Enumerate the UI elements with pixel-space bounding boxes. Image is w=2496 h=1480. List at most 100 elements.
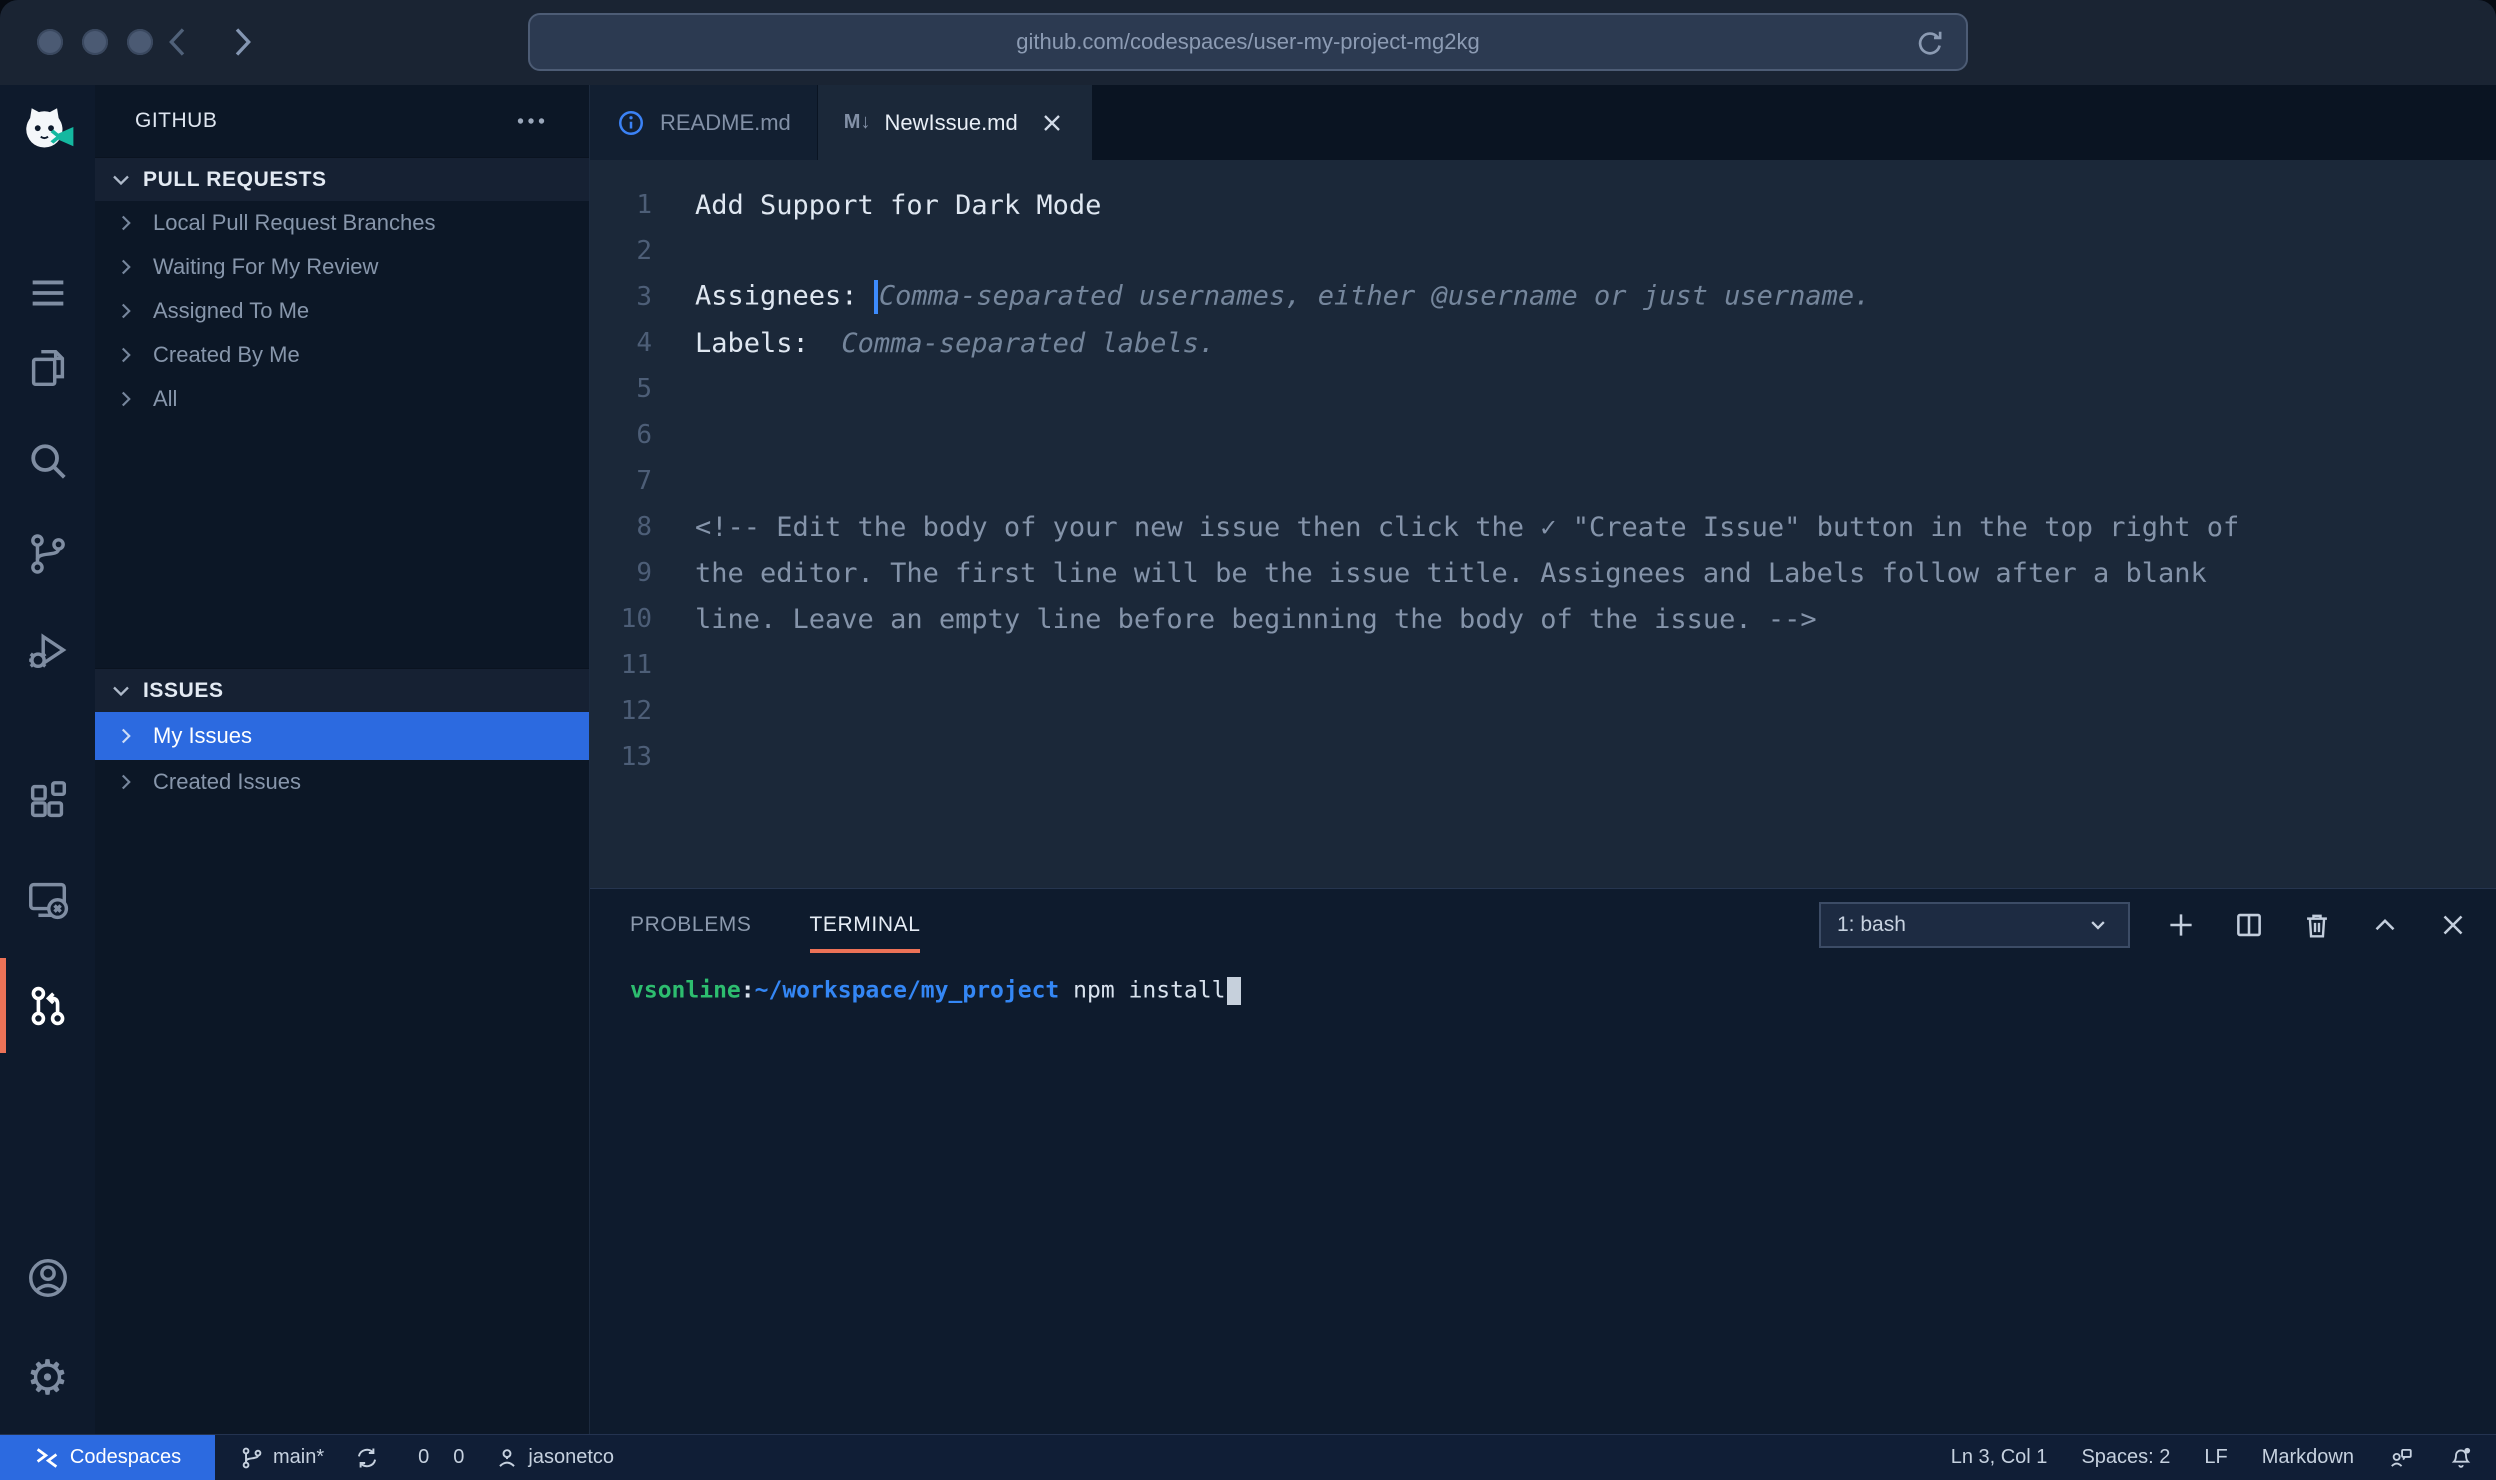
source-control-icon xyxy=(25,531,71,577)
settings-button[interactable]: ⚙ xyxy=(0,1331,95,1426)
editor-line[interactable]: 13 xyxy=(590,734,2496,780)
line-number: 6 xyxy=(590,420,652,450)
debug-icon xyxy=(25,628,71,674)
tree-item-all[interactable]: All xyxy=(95,377,589,421)
branch-label: main* xyxy=(273,1446,324,1469)
window-close-button[interactable] xyxy=(37,29,63,55)
maximize-panel-button[interactable] xyxy=(2368,908,2402,942)
tree-item-my-issues[interactable]: My Issues xyxy=(95,712,589,760)
tab-terminal[interactable]: TERMINAL xyxy=(810,889,921,961)
section-label: ISSUES xyxy=(143,679,224,703)
cursor-position-status[interactable]: Ln 3, Col 1 xyxy=(1951,1446,2048,1469)
line-number: 5 xyxy=(590,374,652,404)
sidebar-more-button[interactable] xyxy=(513,103,549,139)
bell-icon xyxy=(2448,1445,2474,1471)
window-controls xyxy=(37,29,153,55)
editor[interactable]: 1Add Support for Dark Mode 2 3Assignees:… xyxy=(590,160,2496,888)
github-pull-requests-view-button[interactable] xyxy=(0,958,95,1053)
tree-item-waiting-for-my-review[interactable]: Waiting For My Review xyxy=(95,245,589,289)
editor-line[interactable]: 11 xyxy=(590,642,2496,688)
account-icon xyxy=(25,1255,71,1301)
editor-line[interactable]: 8<!-- Edit the body of your new issue th… xyxy=(590,504,2496,550)
editor-line[interactable]: 9the editor. The first line will be the … xyxy=(590,550,2496,596)
indentation-status[interactable]: Spaces: 2 xyxy=(2081,1446,2170,1469)
editor-line[interactable]: 1Add Support for Dark Mode xyxy=(590,182,2496,228)
comment-text: <!-- Edit the body of your new issue the… xyxy=(695,512,2239,543)
tree-item-label: My Issues xyxy=(153,723,252,749)
terminal[interactable]: vsonline:~/workspace/my_project npm inst… xyxy=(590,961,2496,1005)
problems-status[interactable]: 0 0 xyxy=(410,1446,464,1469)
git-branch-icon xyxy=(239,1445,265,1471)
line-text: Labels: xyxy=(695,328,841,359)
tab-problems[interactable]: PROBLEMS xyxy=(630,889,752,961)
search-icon xyxy=(25,438,71,484)
explorer-view-button[interactable] xyxy=(0,320,95,415)
remote-indicator[interactable]: Codespaces xyxy=(0,1435,215,1480)
ellipsis-icon xyxy=(513,103,549,139)
section-header-pull-requests[interactable]: PULL REQUESTS xyxy=(95,157,589,201)
status-bar: Codespaces main* 0 xyxy=(0,1434,2496,1480)
search-view-button[interactable] xyxy=(0,413,95,508)
editor-group: README.md M↓ NewIssue.md 1Add Support fo… xyxy=(590,85,2496,1434)
extensions-view-button[interactable] xyxy=(0,753,95,848)
account-button[interactable] xyxy=(0,1230,95,1325)
user-label: jasonetco xyxy=(528,1446,614,1469)
chevron-down-icon xyxy=(107,677,135,705)
sidebar-header: GITHUB xyxy=(95,85,589,157)
close-icon xyxy=(1038,109,1066,137)
run-debug-view-button[interactable] xyxy=(0,603,95,698)
new-terminal-button[interactable] xyxy=(2164,908,2198,942)
error-count: 0 xyxy=(418,1446,429,1469)
editor-line[interactable]: 5 xyxy=(590,366,2496,412)
editor-line[interactable]: 6 xyxy=(590,412,2496,458)
address-bar[interactable]: github.com/codespaces/user-my-project-mg… xyxy=(528,13,1968,71)
line-number: 13 xyxy=(590,742,652,772)
remote-explorer-view-button[interactable] xyxy=(0,851,95,946)
forward-button[interactable] xyxy=(222,22,262,62)
reload-button[interactable] xyxy=(1914,28,1946,60)
terminal-path: ~/workspace/my_project xyxy=(755,978,1060,1004)
branch-status[interactable]: main* xyxy=(239,1445,324,1471)
terminal-user: vsonline xyxy=(630,978,741,1004)
line-text: Add Support for Dark Mode xyxy=(695,190,1101,221)
signed-in-user[interactable]: jasonetco xyxy=(494,1445,614,1471)
notifications-button[interactable] xyxy=(2448,1445,2474,1471)
editor-line[interactable]: 12 xyxy=(590,688,2496,734)
feedback-button[interactable] xyxy=(2388,1445,2414,1471)
terminal-shell-select[interactable]: 1: bash xyxy=(1819,902,2130,948)
editor-line[interactable]: 7 xyxy=(590,458,2496,504)
tab-newissue[interactable]: M↓ NewIssue.md xyxy=(818,85,1092,160)
back-button[interactable] xyxy=(158,22,198,62)
window-minimize-button[interactable] xyxy=(82,29,108,55)
shell-select-value: 1: bash xyxy=(1837,913,1906,937)
comment-text: line. Leave an empty line before beginni… xyxy=(695,604,1817,635)
remote-icon xyxy=(34,1445,60,1471)
eol-status[interactable]: LF xyxy=(2204,1446,2227,1469)
section-header-issues[interactable]: ISSUES xyxy=(95,668,589,712)
editor-line[interactable]: 2 xyxy=(590,228,2496,274)
editor-line[interactable]: 3Assignees: Comma-separated usernames, e… xyxy=(590,274,2496,320)
tree-item-created-issues[interactable]: Created Issues xyxy=(95,760,589,804)
terminal-separator: : xyxy=(741,978,755,1004)
browser-window: github.com/codespaces/user-my-project-mg… xyxy=(0,0,2496,1480)
line-number: 3 xyxy=(590,282,652,312)
close-tab-button[interactable] xyxy=(1038,109,1066,137)
tab-readme[interactable]: README.md xyxy=(590,85,818,160)
tree-item-local-pull-request-branches[interactable]: Local Pull Request Branches xyxy=(95,201,589,245)
info-icon xyxy=(616,108,646,138)
editor-line[interactable]: 4Labels: Comma-separated labels. xyxy=(590,320,2496,366)
split-terminal-button[interactable] xyxy=(2232,908,2266,942)
tree-item-created-by-me[interactable]: Created By Me xyxy=(95,333,589,377)
window-zoom-button[interactable] xyxy=(127,29,153,55)
remote-label: Codespaces xyxy=(70,1446,181,1469)
kill-terminal-button[interactable] xyxy=(2300,908,2334,942)
sync-status[interactable] xyxy=(354,1445,380,1471)
extensions-icon xyxy=(25,778,71,824)
source-control-view-button[interactable] xyxy=(0,506,95,601)
editor-line[interactable]: 10line. Leave an empty line before begin… xyxy=(590,596,2496,642)
notification-dot xyxy=(2464,1447,2470,1453)
close-panel-button[interactable] xyxy=(2436,908,2470,942)
panel-tab-label: TERMINAL xyxy=(810,913,921,937)
tree-item-assigned-to-me[interactable]: Assigned To Me xyxy=(95,289,589,333)
language-mode-status[interactable]: Markdown xyxy=(2262,1446,2354,1469)
